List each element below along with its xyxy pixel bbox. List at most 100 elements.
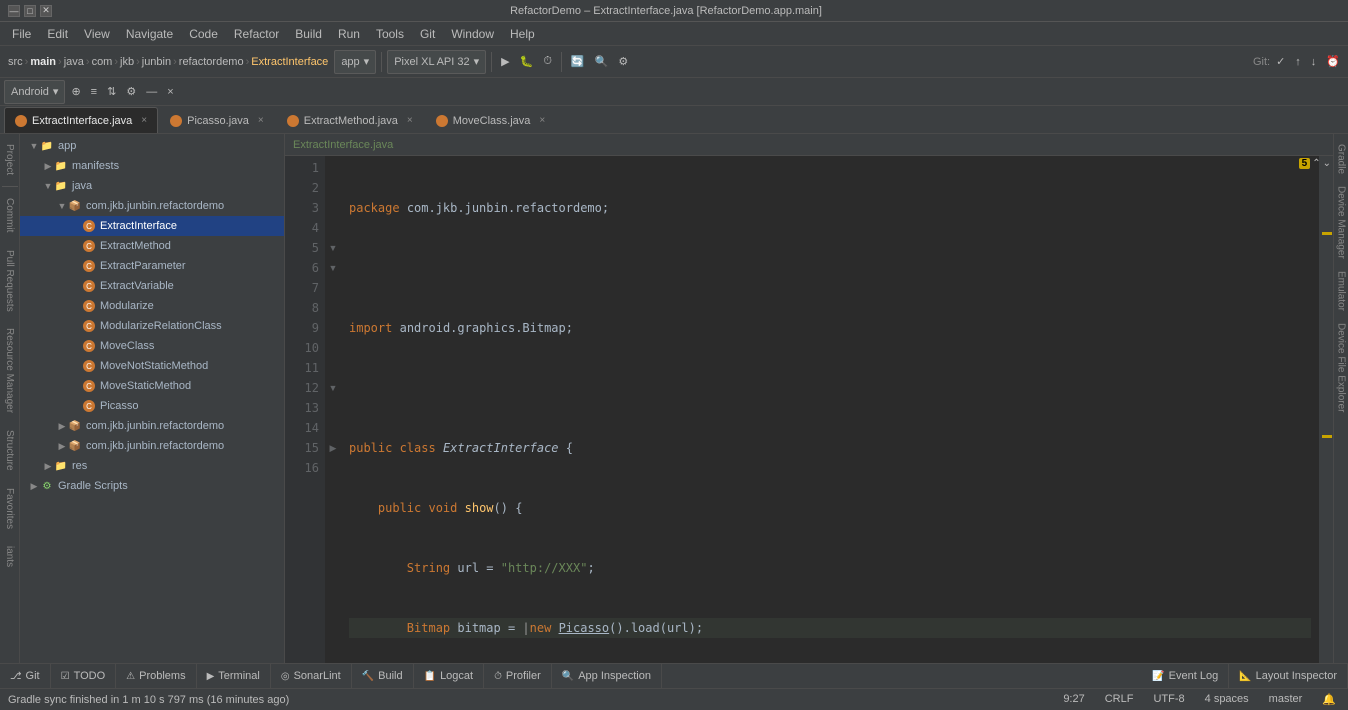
menu-navigate[interactable]: Navigate bbox=[118, 25, 181, 43]
tree-movestaticmethod[interactable]: ▶ C MoveStaticMethod bbox=[20, 376, 284, 396]
breadcrumb-src[interactable]: src bbox=[8, 56, 23, 68]
tree-picasso[interactable]: ▶ C Picasso bbox=[20, 396, 284, 416]
git-history-button[interactable]: ⏰ bbox=[1322, 50, 1344, 74]
fold-15[interactable]: ▶ bbox=[325, 438, 341, 458]
menu-edit[interactable]: Edit bbox=[39, 25, 76, 43]
bottom-tab-layoutinspector[interactable]: 📐 Layout Inspector bbox=[1229, 664, 1348, 688]
pull-requests-tool-btn[interactable]: Pull Requests bbox=[2, 242, 17, 320]
line-ending[interactable]: CRLF bbox=[1101, 693, 1138, 706]
tab-close-picasso[interactable]: × bbox=[258, 115, 264, 126]
tab-close-moveclass[interactable]: × bbox=[539, 115, 545, 126]
tree-movenotstaticmethod[interactable]: ▶ C MoveNotStaticMethod bbox=[20, 356, 284, 376]
tree-extractvariable[interactable]: ▶ C ExtractVariable bbox=[20, 276, 284, 296]
search-button[interactable]: 🔍 bbox=[591, 50, 613, 74]
tab-moveclass[interactable]: MoveClass.java × bbox=[425, 107, 556, 133]
tree-package-main[interactable]: ▼ 📦 com.jkb.junbin.refactordemo bbox=[20, 196, 284, 216]
tree-modularize[interactable]: ▶ C Modularize bbox=[20, 296, 284, 316]
gradle-sidebar-btn[interactable]: Gradle bbox=[1334, 138, 1348, 180]
tree-extractinterface[interactable]: ▶ C ExtractInterface bbox=[20, 216, 284, 236]
fold-12[interactable]: ▼ bbox=[325, 378, 341, 398]
tree-modularizerelation[interactable]: ▶ C ModularizeRelationClass bbox=[20, 316, 284, 336]
cursor-position[interactable]: 9:27 bbox=[1059, 693, 1088, 706]
indent-setting[interactable]: 4 spaces bbox=[1201, 693, 1253, 706]
bottom-tab-profiler[interactable]: ⏱ Profiler bbox=[484, 664, 552, 688]
giants-tool-btn[interactable]: iants bbox=[2, 538, 17, 575]
breadcrumb-com[interactable]: com bbox=[92, 56, 113, 68]
tree-package-3[interactable]: ▶ 📦 com.jkb.junbin.refactordemo bbox=[20, 436, 284, 456]
profile-button[interactable]: ⏱ bbox=[539, 50, 556, 74]
bottom-tab-eventlog[interactable]: 📝 Event Log bbox=[1142, 664, 1229, 688]
tree-manifests[interactable]: ▶ 📁 manifests bbox=[20, 156, 284, 176]
breadcrumb-java[interactable]: java bbox=[64, 56, 84, 68]
minimize-button[interactable]: — bbox=[8, 5, 20, 17]
tree-extractmethod[interactable]: ▶ C ExtractMethod bbox=[20, 236, 284, 256]
bottom-tab-todo[interactable]: ☑ TODO bbox=[51, 664, 117, 688]
breadcrumb-main[interactable]: main bbox=[30, 56, 56, 68]
fold-5[interactable]: ▼ bbox=[325, 238, 341, 258]
menu-run[interactable]: Run bbox=[330, 25, 368, 43]
resource-manager-tool-btn[interactable]: Resource Manager bbox=[2, 320, 17, 421]
close-button[interactable]: ✕ bbox=[40, 5, 52, 17]
tab-picasso[interactable]: Picasso.java × bbox=[159, 107, 275, 133]
bottom-tab-problems[interactable]: ⚠ Problems bbox=[116, 664, 196, 688]
nav-sort-button[interactable]: ⇅ bbox=[103, 80, 120, 104]
tree-java[interactable]: ▼ 📁 java bbox=[20, 176, 284, 196]
nav-settings-button[interactable]: ⚙ bbox=[122, 80, 140, 104]
menu-window[interactable]: Window bbox=[443, 25, 502, 43]
debug-button[interactable]: 🐛 bbox=[516, 50, 538, 74]
project-tool-btn[interactable]: Project bbox=[2, 136, 17, 183]
maximize-button[interactable]: □ bbox=[24, 5, 36, 17]
breadcrumb-junbin[interactable]: junbin bbox=[142, 56, 171, 68]
tab-extractmethod[interactable]: ExtractMethod.java × bbox=[276, 107, 424, 133]
breadcrumb-class[interactable]: ExtractInterface bbox=[251, 56, 328, 68]
bottom-tab-terminal[interactable]: ▶ Terminal bbox=[197, 664, 271, 688]
tab-close-extractinterface[interactable]: × bbox=[141, 115, 147, 126]
bottom-tab-build[interactable]: 🔨 Build bbox=[352, 664, 414, 688]
menu-view[interactable]: View bbox=[76, 25, 118, 43]
menu-git[interactable]: Git bbox=[412, 25, 443, 43]
bottom-tab-sonarlint[interactable]: ◎ SonarLint bbox=[271, 664, 352, 688]
sync-button[interactable]: 🔄 bbox=[567, 50, 589, 74]
menu-code[interactable]: Code bbox=[181, 25, 226, 43]
encoding[interactable]: UTF-8 bbox=[1149, 693, 1188, 706]
nav-scope-button[interactable]: ⊕ bbox=[67, 80, 84, 104]
menu-help[interactable]: Help bbox=[502, 25, 543, 43]
code-editor[interactable]: package com.jkb.junbin.refactordemo; imp… bbox=[341, 156, 1319, 663]
tree-gradle-scripts[interactable]: ▶ ⚙ Gradle Scripts bbox=[20, 476, 284, 496]
menu-refactor[interactable]: Refactor bbox=[226, 25, 287, 43]
commit-tool-btn[interactable]: Commit bbox=[2, 190, 17, 240]
bottom-tab-appinspection[interactable]: 🔍 App Inspection bbox=[552, 664, 662, 688]
fold-6[interactable]: ▼ bbox=[325, 258, 341, 278]
menu-build[interactable]: Build bbox=[287, 25, 330, 43]
tree-app[interactable]: ▼ 📁 app bbox=[20, 136, 284, 156]
device-dropdown[interactable]: Pixel XL API 32 ▾ bbox=[387, 50, 486, 74]
git-commit-button[interactable]: ✓ bbox=[1272, 50, 1289, 74]
favorites-tool-btn[interactable]: Favorites bbox=[2, 480, 17, 537]
tree-res[interactable]: ▶ 📁 res bbox=[20, 456, 284, 476]
app-dropdown[interactable]: app ▾ bbox=[334, 50, 376, 74]
tree-package-2[interactable]: ▶ 📦 com.jkb.junbin.refactordemo bbox=[20, 416, 284, 436]
breadcrumb-refactordemo[interactable]: refactordemo bbox=[179, 56, 244, 68]
device-manager-sidebar-btn[interactable]: Device Manager bbox=[1334, 180, 1348, 265]
settings-button[interactable]: ⚙ bbox=[614, 50, 632, 74]
notifications-icon[interactable]: 🔔 bbox=[1318, 693, 1340, 706]
bottom-tab-git[interactable]: ⎇ Git bbox=[0, 664, 51, 688]
bottom-tab-logcat[interactable]: 📋 Logcat bbox=[414, 664, 484, 688]
tab-close-extractmethod[interactable]: × bbox=[407, 115, 413, 126]
nav-close-button[interactable]: × bbox=[163, 80, 177, 104]
menu-file[interactable]: File bbox=[4, 25, 39, 43]
run-button[interactable]: ▶ bbox=[497, 50, 513, 74]
emulator-sidebar-btn[interactable]: Emulator bbox=[1334, 265, 1348, 317]
breadcrumb-jkb[interactable]: jkb bbox=[120, 56, 134, 68]
tree-moveclass[interactable]: ▶ C MoveClass bbox=[20, 336, 284, 356]
editor-minimap-scrollbar[interactable]: 5 ⌃ ⌄ bbox=[1319, 156, 1333, 663]
git-push-button[interactable]: ↑ bbox=[1291, 50, 1305, 74]
tree-extractparameter[interactable]: ▶ C ExtractParameter bbox=[20, 256, 284, 276]
menu-tools[interactable]: Tools bbox=[368, 25, 412, 43]
device-file-explorer-sidebar-btn[interactable]: Device File Explorer bbox=[1334, 317, 1348, 418]
tab-extractinterface[interactable]: ExtractInterface.java × bbox=[4, 107, 158, 133]
project-view-dropdown[interactable]: Android ▾ bbox=[4, 80, 65, 104]
structure-tool-btn[interactable]: Structure bbox=[2, 422, 17, 479]
git-branch[interactable]: master bbox=[1265, 693, 1307, 706]
nav-list-button[interactable]: ≡ bbox=[87, 80, 101, 104]
